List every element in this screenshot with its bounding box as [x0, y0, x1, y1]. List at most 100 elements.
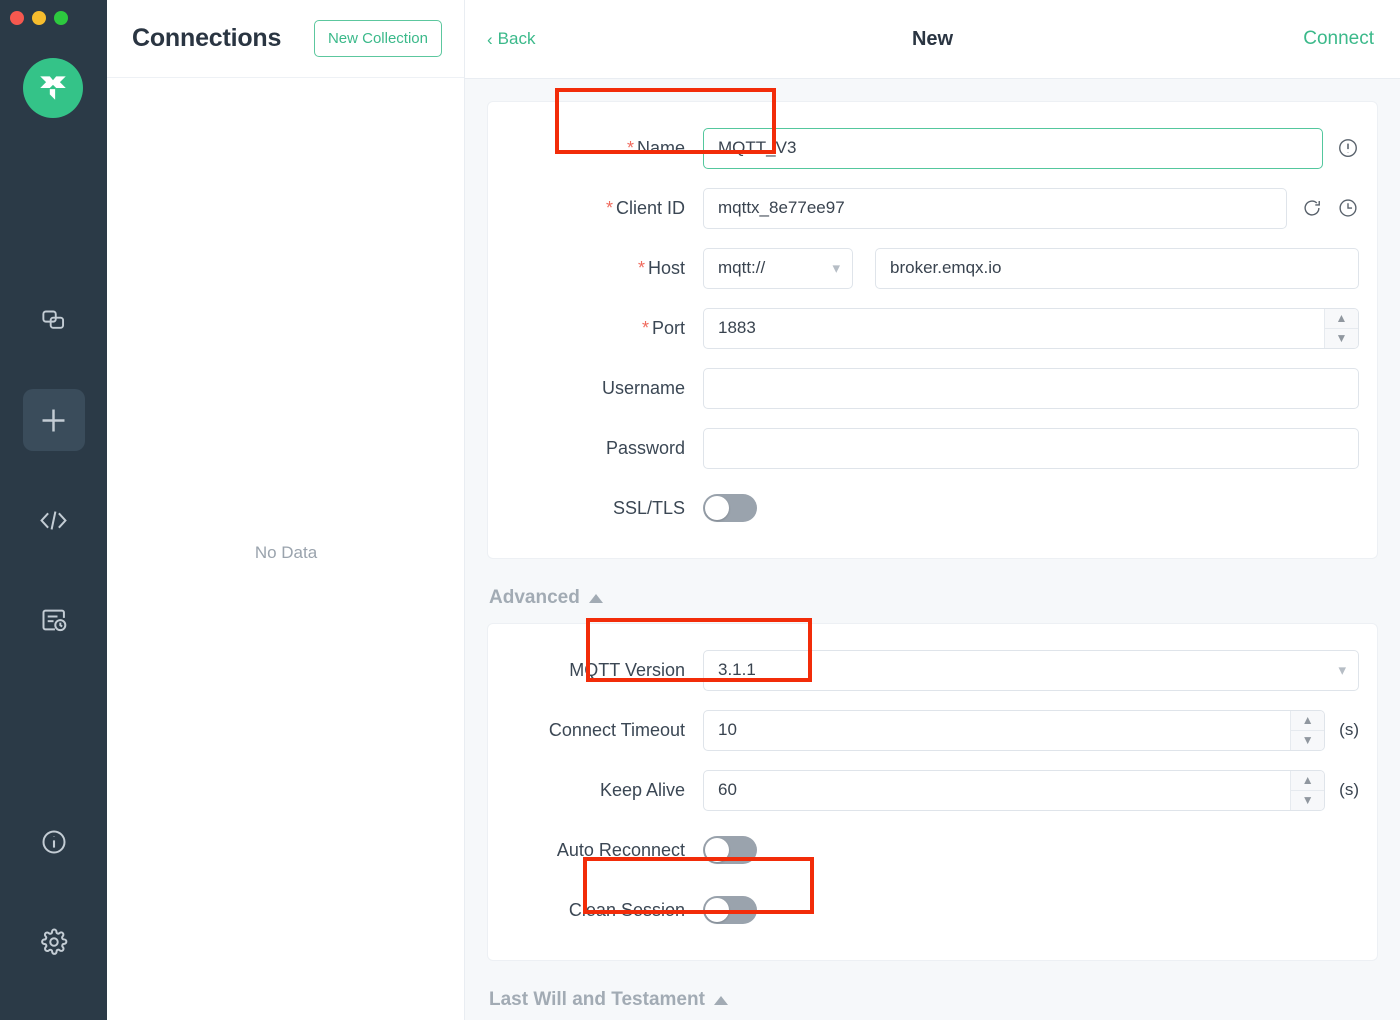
connect-timeout-label: Connect Timeout — [488, 720, 703, 741]
refresh-icon[interactable] — [1301, 197, 1323, 219]
back-button[interactable]: ‹ Back — [487, 29, 535, 49]
basic-settings-card: *Name MQTT_V3 — [487, 101, 1378, 559]
connections-icon — [40, 307, 67, 334]
keep-alive-increment-button[interactable]: ▲ — [1291, 771, 1324, 791]
log-icon — [40, 606, 68, 634]
form-row-client-id: *Client ID mqttx_8e77ee97 — [488, 178, 1377, 238]
toggle-knob — [705, 496, 729, 520]
new-connection-icon — [38, 405, 69, 436]
keep-alive-decrement-button[interactable]: ▼ — [1291, 791, 1324, 810]
toggle-knob — [705, 838, 729, 862]
form-row-port: *Port 1883 ▲ ▼ — [488, 298, 1377, 358]
connect-timeout-increment-button[interactable]: ▲ — [1291, 711, 1324, 731]
port-increment-button[interactable]: ▲ — [1325, 309, 1358, 329]
name-field-label: *Name — [488, 138, 703, 159]
host-protocol-value: mqtt:// — [718, 258, 765, 278]
page-title: Connections — [132, 24, 300, 53]
rail-primary-icons — [0, 270, 107, 670]
settings-icon — [40, 928, 68, 956]
form-row-keep-alive: Keep Alive 60 ▲ ▼ (s) — [488, 760, 1377, 820]
sidebar-item-settings[interactable] — [0, 892, 107, 992]
detail-scroll-area[interactable]: *Name MQTT_V3 — [465, 79, 1400, 1020]
advanced-section-header[interactable]: Advanced — [487, 559, 1378, 623]
last-will-section-label: Last Will and Testament — [489, 989, 705, 1011]
sidebar-item-log[interactable] — [0, 570, 107, 670]
maximize-window-button[interactable] — [54, 11, 68, 25]
close-window-button[interactable] — [10, 11, 24, 25]
connection-detail-pane: ‹ Back New Connect *Name MQTT_V3 — [465, 0, 1400, 1020]
clean-session-toggle[interactable] — [703, 896, 757, 924]
host-protocol-select[interactable]: mqtt:// ▾ — [703, 248, 853, 289]
form-row-host: *Host mqtt:// ▾ broker.emqx.io — [488, 238, 1377, 298]
connect-timeout-stepper[interactable]: ▲ ▼ — [1290, 711, 1324, 750]
chevron-up-icon — [589, 594, 603, 603]
script-icon — [38, 506, 69, 535]
port-stepper[interactable]: ▲ ▼ — [1324, 309, 1358, 348]
password-input[interactable] — [703, 428, 1359, 469]
rail-bottom-icons — [0, 792, 107, 992]
auto-reconnect-label: Auto Reconnect — [488, 840, 703, 861]
history-clock-icon[interactable] — [1337, 197, 1359, 219]
sidebar-item-connections[interactable] — [0, 270, 107, 370]
port-decrement-button[interactable]: ▼ — [1325, 329, 1358, 348]
toggle-knob — [705, 898, 729, 922]
form-row-name: *Name MQTT_V3 — [488, 118, 1377, 178]
keep-alive-stepper[interactable]: ▲ ▼ — [1290, 771, 1324, 810]
host-address-input[interactable]: broker.emqx.io — [875, 248, 1359, 289]
form-row-ssl-tls: SSL/TLS — [488, 478, 1377, 538]
sidebar-item-about[interactable] — [0, 792, 107, 892]
mqtt-version-select[interactable]: 3.1.1 ▾ — [703, 650, 1359, 691]
port-input[interactable]: 1883 — [703, 308, 1359, 349]
connect-timeout-input[interactable]: 10 — [703, 710, 1325, 751]
ssl-tls-label: SSL/TLS — [488, 498, 703, 519]
detail-header: ‹ Back New Connect — [465, 0, 1400, 79]
form-row-username: Username — [488, 358, 1377, 418]
username-input[interactable] — [703, 368, 1359, 409]
form-row-auto-reconnect: Auto Reconnect — [488, 820, 1377, 880]
mqtt-version-value: 3.1.1 — [718, 660, 756, 680]
form-row-clean-session: Clean Session — [488, 880, 1377, 940]
required-asterisk: * — [638, 258, 645, 278]
chevron-down-icon: ▾ — [1338, 661, 1346, 679]
window-traffic-lights — [10, 11, 68, 25]
last-will-section-header[interactable]: Last Will and Testament — [487, 961, 1378, 1020]
keep-alive-unit: (s) — [1339, 780, 1359, 800]
client-id-input[interactable]: mqttx_8e77ee97 — [703, 188, 1287, 229]
form-row-mqtt-version: MQTT Version 3.1.1 ▾ — [488, 640, 1377, 700]
advanced-settings-card: MQTT Version 3.1.1 ▾ Connect Timeout 10 — [487, 623, 1378, 961]
mqtt-version-label: MQTT Version — [488, 660, 703, 681]
detail-title: New — [465, 28, 1400, 51]
required-asterisk: * — [642, 318, 649, 338]
advanced-section-label: Advanced — [489, 587, 580, 609]
keep-alive-label: Keep Alive — [488, 780, 703, 801]
port-field-label: *Port — [488, 318, 703, 339]
sidebar-item-new-connection[interactable] — [0, 370, 107, 470]
chevron-up-icon — [714, 996, 728, 1005]
clean-session-label: Clean Session — [488, 900, 703, 921]
chevron-left-icon: ‹ — [487, 31, 493, 48]
ssl-tls-toggle[interactable] — [703, 494, 757, 522]
auto-reconnect-toggle[interactable] — [703, 836, 757, 864]
required-asterisk: * — [606, 198, 613, 218]
new-collection-button[interactable]: New Collection — [314, 20, 442, 57]
info-circle-icon[interactable] — [1337, 137, 1359, 159]
connect-timeout-unit: (s) — [1339, 720, 1359, 740]
form-row-connect-timeout: Connect Timeout 10 ▲ ▼ (s) — [488, 700, 1377, 760]
connections-panel: Connections New Collection No Data — [107, 0, 465, 1020]
connect-timeout-decrement-button[interactable]: ▼ — [1291, 731, 1324, 750]
username-field-label: Username — [488, 378, 703, 399]
connections-empty-state: No Data — [107, 543, 465, 563]
name-input[interactable]: MQTT_V3 — [703, 128, 1323, 169]
about-icon — [40, 828, 68, 856]
password-field-label: Password — [488, 438, 703, 459]
host-field-label: *Host — [488, 258, 703, 279]
form-row-password: Password — [488, 418, 1377, 478]
minimize-window-button[interactable] — [32, 11, 46, 25]
client-id-field-label: *Client ID — [488, 198, 703, 219]
connect-button[interactable]: Connect — [1303, 28, 1374, 50]
sidebar-item-scripts[interactable] — [0, 470, 107, 570]
chevron-down-icon: ▾ — [832, 259, 840, 277]
connections-header: Connections New Collection — [107, 0, 464, 78]
left-icon-rail — [0, 0, 107, 1020]
keep-alive-input[interactable]: 60 — [703, 770, 1325, 811]
